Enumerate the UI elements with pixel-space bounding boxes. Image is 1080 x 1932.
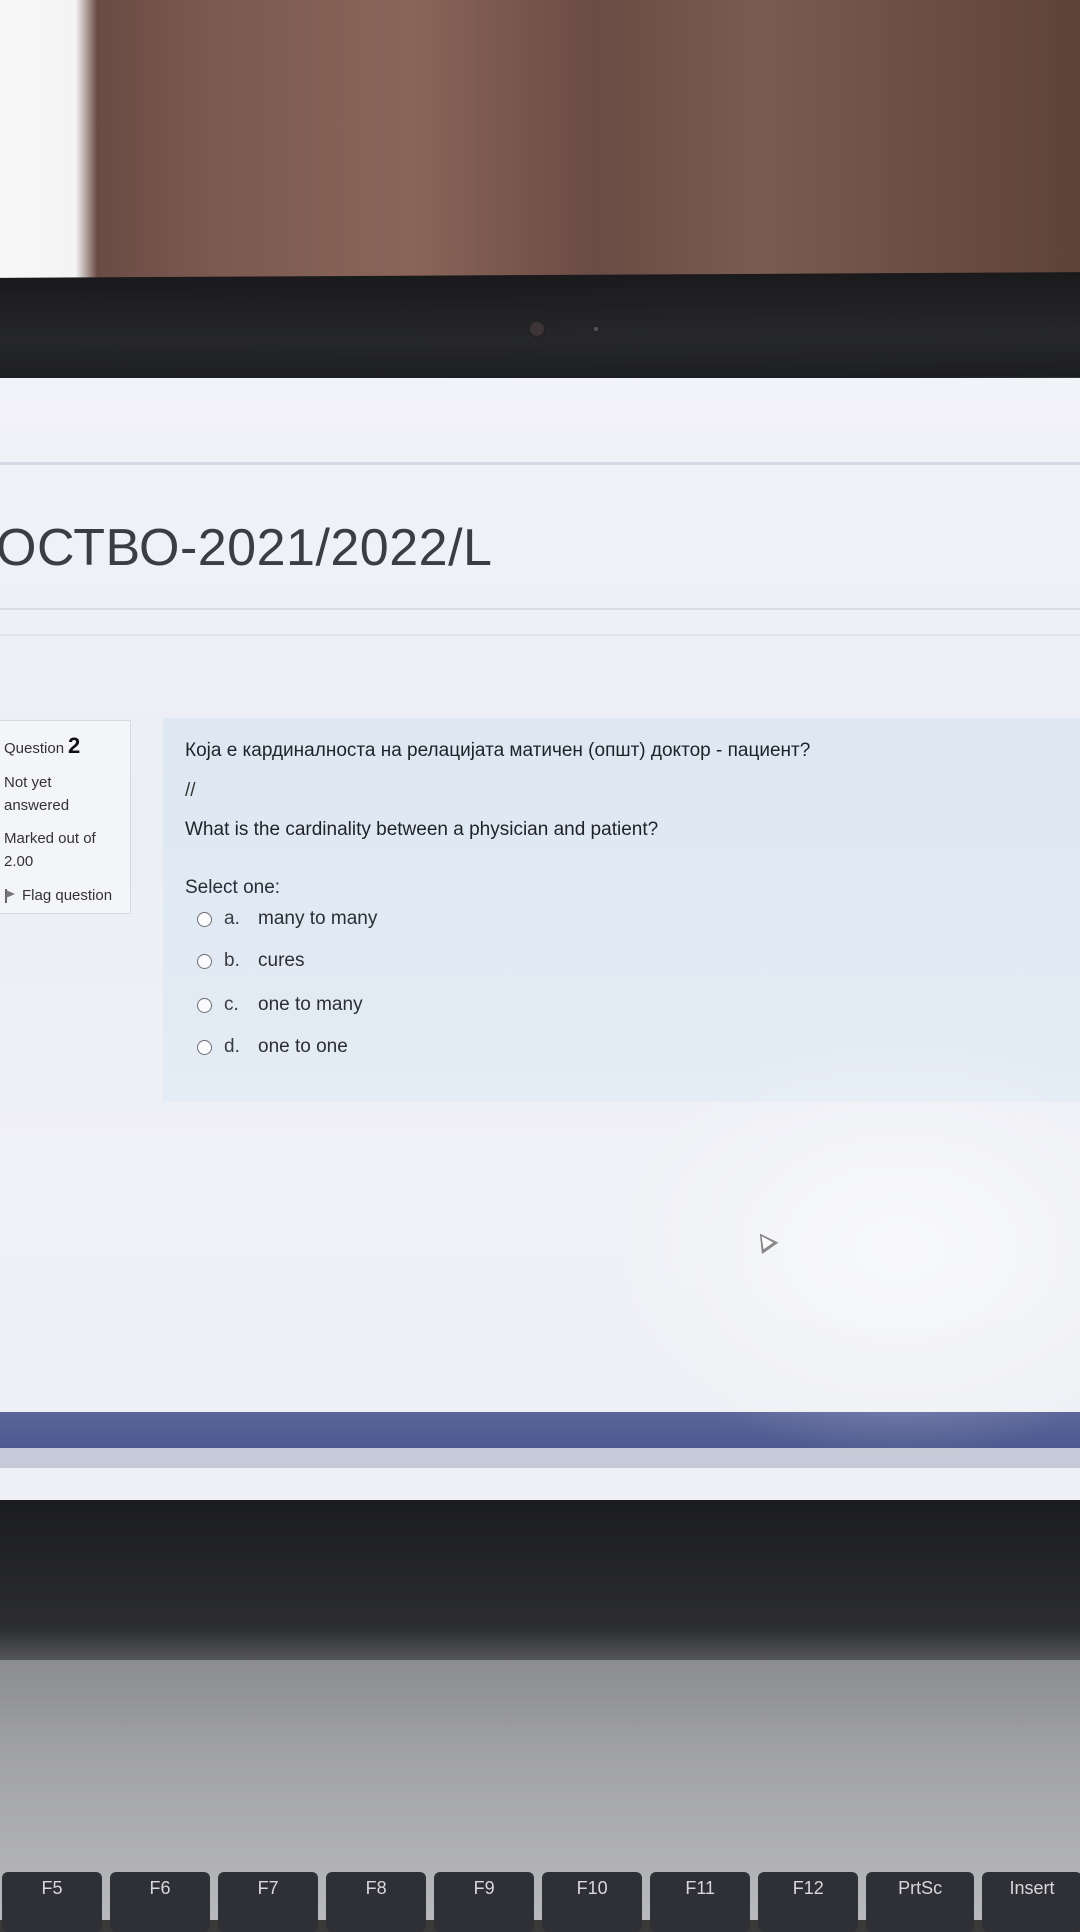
key-prtsc[interactable]: PrtSc (866, 1872, 974, 1932)
key-insert[interactable]: Insert (981, 1872, 1080, 1932)
flag-question-label: Flag question (22, 887, 113, 904)
radio-icon[interactable] (197, 1039, 212, 1055)
answer-option-b[interactable]: b. cures (197, 946, 304, 976)
laptop-bottom-bezel (0, 1500, 1080, 1660)
select-prompt: Select one: (185, 877, 281, 898)
answer-option-a[interactable]: a. many to many (197, 904, 377, 934)
flag-question-link[interactable]: Flag question (4, 887, 112, 904)
key-f10[interactable]: F10 (542, 1872, 643, 1932)
radio-icon[interactable] (197, 953, 212, 969)
answer-text: many to many (258, 908, 378, 929)
answer-letter: a. (224, 908, 240, 929)
content-divider (0, 634, 1080, 636)
radio-icon[interactable] (197, 997, 212, 1013)
key-f8[interactable]: F8 (326, 1872, 427, 1932)
answer-letter: b. (224, 950, 240, 971)
question-content: Која е кардиналноста на релацијата матич… (163, 718, 1080, 1255)
question-number: Question 2 (4, 733, 80, 759)
background-photo (0, 0, 1080, 290)
answer-text: one to one (258, 1036, 348, 1057)
webcam-indicator (594, 327, 598, 331)
page-title: ОСТВО-2021/2022/L (0, 519, 493, 577)
function-key-row: F5 F6 F7 F8 F9 F10 F11 F12 PrtSc Insert (0, 1872, 1080, 1932)
key-f7[interactable]: F7 (218, 1872, 319, 1932)
answer-letter: c. (224, 994, 239, 1015)
key-f12[interactable]: F12 (758, 1872, 859, 1932)
page-footer-bar (0, 1412, 1080, 1448)
answer-option-d[interactable]: d. one to one (197, 1032, 348, 1062)
webcam-icon (530, 322, 544, 336)
question-grade: Marked out of 2.00 (4, 830, 96, 870)
question-state: Not yet answered (4, 774, 70, 814)
question-info-panel: Question 2 Not yet answered Marked out of… (0, 720, 131, 914)
question-number-value: 2 (68, 733, 81, 758)
question-text-english: What is the cardinality between a physic… (185, 819, 659, 840)
question-label: Question (4, 740, 65, 757)
key-f5[interactable]: F5 (2, 1872, 103, 1932)
key-f9[interactable]: F9 (434, 1872, 535, 1932)
answer-text: one to many (258, 994, 363, 1015)
answer-text: cures (258, 950, 305, 971)
header-divider (0, 462, 1080, 465)
key-f11[interactable]: F11 (650, 1872, 751, 1932)
answer-letter: d. (224, 1036, 240, 1057)
answer-option-c[interactable]: c. one to many (197, 990, 363, 1020)
question-text-macedonian: Која е кардиналноста на релацијата матич… (185, 740, 811, 761)
question-separator: // (185, 780, 196, 801)
key-f6[interactable]: F6 (110, 1872, 211, 1932)
mouse-pointer-icon (751, 1227, 779, 1255)
flag-icon (4, 888, 16, 903)
laptop-screen: ОСТВО-2021/2022/L Question 2 Not yet answ… (0, 378, 1080, 1508)
radio-icon[interactable] (197, 911, 212, 927)
page-footer-band (0, 1448, 1080, 1468)
title-divider (0, 608, 1080, 610)
